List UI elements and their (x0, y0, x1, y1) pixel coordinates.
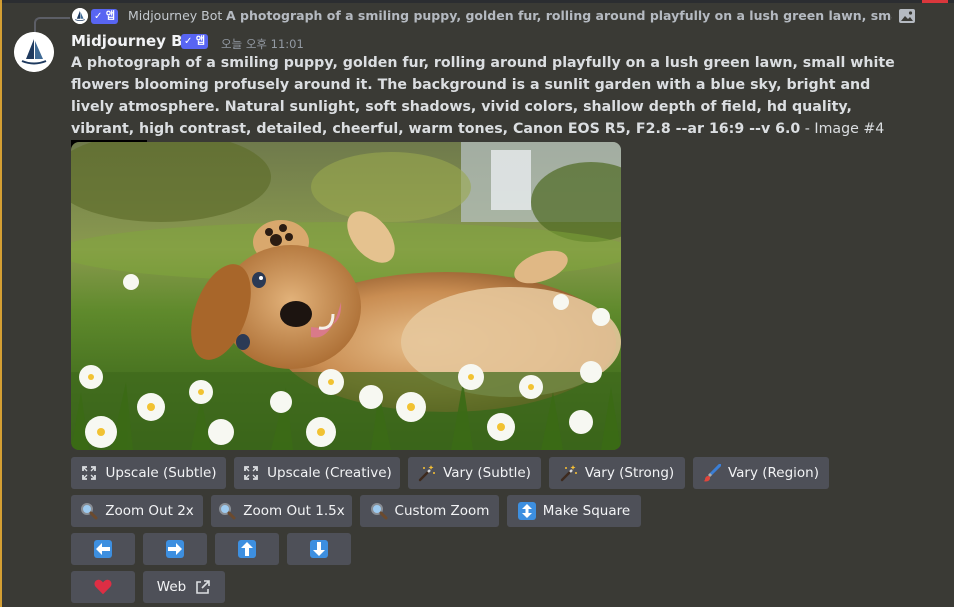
pan-up-button[interactable] (215, 533, 279, 565)
zoom-out-1-5x-button[interactable]: Zoom Out 1.5x (211, 495, 352, 527)
external-link-icon (193, 578, 211, 596)
image-icon (898, 7, 916, 25)
pan-right-button[interactable] (143, 533, 207, 565)
prompt-text: A photograph of a smiling puppy, golden … (71, 55, 895, 137)
button-label: Vary (Region) (727, 465, 820, 481)
vary-subtle-button[interactable]: Vary (Subtle) (408, 457, 541, 489)
button-label: Web (156, 579, 187, 595)
button-label: Make Square (542, 503, 631, 519)
top-strip (0, 0, 954, 3)
upscale-subtle-button[interactable]: Upscale (Subtle) (71, 457, 226, 489)
reply-avatar[interactable] (72, 8, 88, 24)
sparkle-wand-icon (560, 464, 578, 482)
generated-image[interactable] (71, 142, 621, 450)
heart-icon (94, 578, 112, 596)
arrow-left-icon (94, 540, 112, 558)
magnifier-icon (218, 502, 236, 520)
web-link-button[interactable]: Web (143, 571, 225, 603)
reply-text[interactable]: A photograph of a smiling puppy, golden … (226, 8, 892, 23)
expand-icon (80, 464, 98, 482)
arrow-up-icon (238, 540, 256, 558)
button-label: Vary (Subtle) (443, 465, 531, 481)
magnifier-icon (370, 502, 388, 520)
notification-tab (922, 0, 948, 3)
vary-region-button[interactable]: Vary (Region) (693, 457, 829, 489)
bot-avatar[interactable] (14, 32, 54, 72)
custom-zoom-button[interactable]: Custom Zoom (360, 495, 499, 527)
pan-left-button[interactable] (71, 533, 135, 565)
zoom-out-2x-button[interactable]: Zoom Out 2x (71, 495, 203, 527)
button-label: Zoom Out 2x (105, 503, 194, 519)
button-label: Custom Zoom (394, 503, 490, 519)
paintbrush-icon (703, 464, 721, 482)
button-label: Upscale (Subtle) (105, 465, 217, 481)
favorite-button[interactable] (71, 571, 135, 603)
reply-author[interactable]: Midjourney Bot (128, 8, 222, 23)
pan-down-button[interactable] (287, 533, 351, 565)
magnifier-icon (80, 502, 98, 520)
app-badge: ✓ 앱 (91, 9, 119, 24)
arrow-right-icon (166, 540, 184, 558)
expand-icon (242, 464, 260, 482)
reply-reference[interactable]: ✓ 앱 Midjourney Bot A photograph of a smi… (0, 5, 954, 37)
image-number: - Image #4 (800, 121, 885, 137)
app-badge: ✓ 앱 (181, 34, 209, 49)
vary-strong-button[interactable]: Vary (Strong) (549, 457, 685, 489)
button-label: Vary (Strong) (584, 465, 675, 481)
highlight-border (0, 0, 2, 607)
arrow-down-icon (310, 540, 328, 558)
make-square-button[interactable]: Make Square (507, 495, 641, 527)
upscale-creative-button[interactable]: Upscale (Creative) (234, 457, 400, 489)
button-label: Upscale (Creative) (267, 465, 392, 481)
button-label: Zoom Out 1.5x (243, 503, 345, 519)
vertical-arrows-icon (517, 502, 536, 520)
message-timestamp: 오늘 오후 11:01 (221, 37, 304, 51)
sparkle-wand-icon (418, 464, 436, 482)
